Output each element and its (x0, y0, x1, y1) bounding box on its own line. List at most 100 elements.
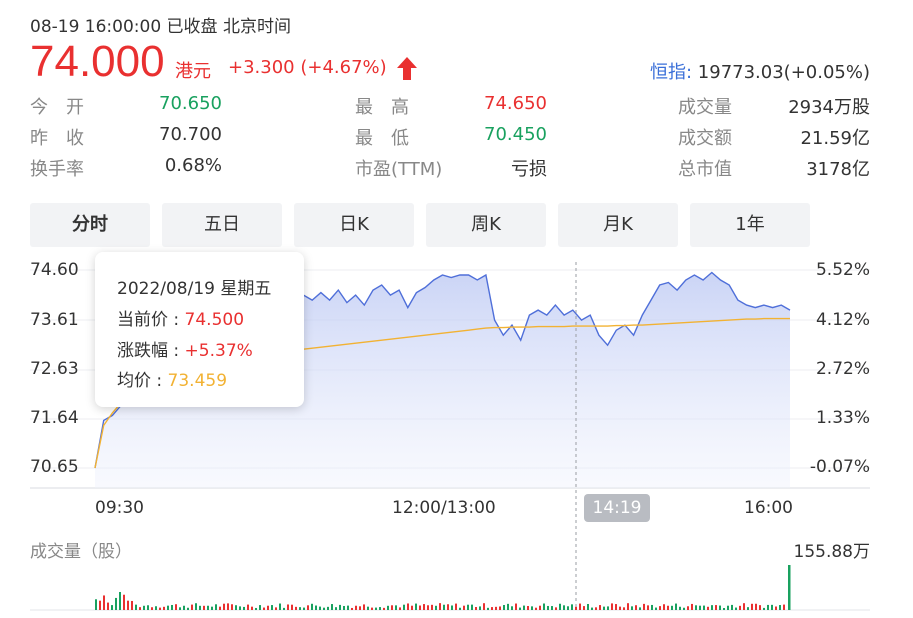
volume-bar (451, 605, 453, 610)
x-tick-close: 16:00 (744, 498, 793, 518)
volume-bar (763, 607, 765, 610)
volume-bar (435, 605, 437, 610)
volume-bar (223, 603, 225, 610)
volume-bar (683, 607, 685, 610)
volume-max-label: 155.88万 (793, 542, 870, 562)
volume-bar (367, 606, 369, 610)
volume-bar (783, 604, 785, 610)
volume-bar (119, 592, 121, 610)
crosshair-tooltip: 2022/08/19 星期五 当前价 : 74.500 涨跌幅 : +5.37%… (95, 252, 304, 407)
volume-bar (611, 603, 613, 610)
volume-bar (607, 606, 609, 610)
volume-bar (687, 606, 689, 610)
volume-bar (503, 605, 505, 610)
volume-bar (559, 603, 561, 610)
volume-bar (703, 605, 705, 610)
volume-bar (279, 603, 281, 610)
volume-bar (347, 605, 349, 610)
volume-bar (275, 607, 277, 610)
crosshair-time-badge: 14:19 (584, 494, 650, 522)
volume-bar (439, 603, 441, 610)
volume-bar (403, 604, 405, 610)
volume-bar (127, 600, 129, 610)
volume-bar (443, 604, 445, 610)
volume-bar (603, 606, 605, 610)
volume-bar (507, 603, 509, 610)
volume-bar (371, 607, 373, 610)
y-pct-tick: -0.07% (809, 457, 870, 477)
volume-bar (675, 603, 677, 610)
y-pct-tick: 2.72% (815, 359, 870, 379)
volume-bar (495, 606, 497, 610)
volume-bar (311, 603, 313, 610)
volume-bar (319, 606, 321, 610)
volume-bar (99, 600, 101, 610)
volume-bar (599, 605, 601, 610)
volume-bar (479, 606, 481, 610)
volume-bar (511, 606, 513, 610)
volume-bar (775, 606, 777, 610)
y-price-tick: 73.61 (30, 310, 79, 330)
volume-bar (623, 607, 625, 610)
volume-bar (447, 604, 449, 610)
volume-bar (459, 607, 461, 610)
volume-bar (195, 603, 197, 610)
volume-bar (183, 605, 185, 610)
volume-bar (335, 607, 337, 610)
volume-bar (535, 607, 537, 610)
volume-bar (567, 606, 569, 610)
volume-bar (767, 604, 769, 610)
volume-bar (411, 605, 413, 610)
volume-bar (571, 604, 573, 610)
volume-bar (415, 603, 417, 610)
y-price-tick: 71.64 (30, 408, 79, 428)
volume-bar (563, 605, 565, 610)
volume-bar (471, 604, 473, 610)
volume-bar (303, 607, 305, 610)
volume-bar (499, 606, 501, 610)
volume-bar (515, 603, 517, 610)
y-price-tick: 72.63 (30, 359, 79, 379)
volume-bar (375, 607, 377, 610)
volume-bar (655, 607, 657, 610)
volume-bar (523, 605, 525, 610)
volume-bar (327, 606, 329, 610)
volume-bar (431, 604, 433, 610)
volume-bar (271, 605, 273, 610)
volume-bar-last (788, 565, 791, 610)
tooltip-pct: 涨跌幅 : +5.37% (117, 341, 253, 361)
volume-bar (207, 605, 209, 610)
volume-bar (155, 606, 157, 610)
volume-bar (159, 607, 161, 610)
volume-bar (115, 597, 117, 610)
volume-bar (295, 606, 297, 610)
volume-bar (587, 603, 589, 610)
volume-bar (635, 605, 637, 610)
volume-bar (167, 605, 169, 610)
volume-bar (527, 605, 529, 610)
volume-bar (331, 604, 333, 610)
volume-bar (519, 607, 521, 610)
volume-bar (547, 605, 549, 610)
volume-bar (387, 605, 389, 610)
volume-bar (243, 606, 245, 610)
volume-bar (751, 603, 753, 610)
volume-bar (203, 605, 205, 610)
volume-bar (427, 605, 429, 610)
volume-bar (259, 605, 261, 610)
volume-bar (379, 607, 381, 610)
volume-bar (219, 606, 221, 610)
volume-bar (491, 607, 493, 610)
volume-bar (619, 606, 621, 610)
volume-bar (579, 603, 581, 610)
volume-bar (667, 605, 669, 610)
volume-bar (143, 605, 145, 610)
volume-bar (555, 607, 557, 610)
volume-bar (627, 603, 629, 610)
volume-bar (423, 604, 425, 610)
volume-bar (695, 605, 697, 610)
volume-bar (307, 605, 309, 610)
volume-bar (263, 607, 265, 610)
y-pct-tick: 1.33% (815, 408, 870, 428)
volume-bar (339, 604, 341, 610)
